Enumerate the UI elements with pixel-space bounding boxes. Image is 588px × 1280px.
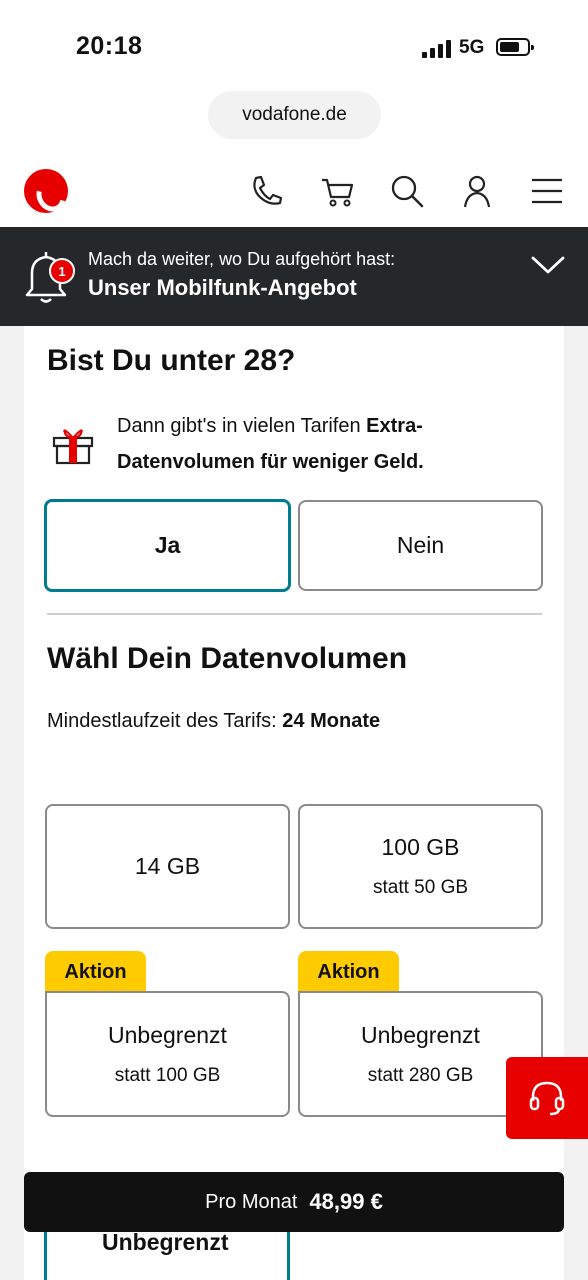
section-divider (47, 613, 542, 615)
min-term-text: Mindestlaufzeit des Tarifs: 24 Monate (47, 710, 381, 732)
age-option-yes[interactable]: Ja (44, 499, 291, 592)
option-label: Unbegrenzt (102, 1229, 229, 1255)
notification-badge: 1 (49, 258, 75, 284)
option-label: Nein (396, 532, 445, 558)
cart-icon[interactable] (319, 173, 355, 209)
age-option-no[interactable]: Nein (298, 500, 543, 591)
option-sublabel: statt 100 GB (114, 1064, 221, 1086)
age-heading: Bist Du unter 28? (47, 344, 296, 377)
option-sublabel: statt 50 GB (372, 877, 469, 898)
option-label: Ja (154, 532, 181, 558)
age-promo-text: Dann gibt's in vielen Tarifen Extra-Date… (117, 415, 424, 473)
user-icon[interactable] (459, 173, 495, 209)
headset-icon (529, 1081, 565, 1116)
search-icon[interactable] (389, 173, 425, 209)
menu-icon[interactable] (529, 173, 565, 209)
signal-icon (422, 40, 452, 58)
network-label: 5G (459, 37, 485, 58)
status-time: 20:18 (76, 32, 143, 60)
banner-title: Unser Mobilfunk-Angebot (88, 275, 357, 300)
aktion-tag: Aktion (45, 951, 146, 993)
option-label: Unbegrenzt (108, 1021, 227, 1048)
option-sublabel: statt 280 GB (367, 1064, 474, 1086)
price-label: Pro Monat (205, 1190, 298, 1213)
status-bar: 20:18 5G (0, 0, 588, 88)
option-label: Unbegrenzt (361, 1021, 480, 1048)
battery-icon (496, 38, 534, 56)
gift-icon (52, 429, 94, 465)
chevron-down-icon[interactable] (530, 254, 566, 276)
data-volume-heading: Wähl Dein Datenvolumen (47, 642, 408, 675)
price-bar[interactable]: Pro Monat 48,99 € (24, 1172, 564, 1232)
phone-icon[interactable] (248, 173, 284, 209)
browser-bar: vodafone.de (0, 88, 588, 153)
help-chat-button[interactable] (506, 1057, 588, 1139)
continue-banner[interactable]: 1 Mach da weiter, wo Du aufgehört hast: … (0, 227, 588, 326)
data-option-unlimited-1[interactable]: Unbegrenzt statt 100 GB (45, 991, 290, 1117)
vodafone-logo[interactable] (24, 169, 68, 213)
price-value: 48,99 € (309, 1189, 383, 1214)
data-option-100gb[interactable]: 100 GB statt 50 GB (298, 804, 543, 929)
option-label: 100 GB (381, 834, 460, 860)
aktion-tag: Aktion (298, 951, 399, 993)
url-field[interactable]: vodafone.de (208, 91, 381, 139)
site-header (0, 153, 588, 227)
option-label: 14 GB (134, 853, 201, 879)
data-option-14gb[interactable]: 14 GB (45, 804, 290, 929)
banner-subtitle: Mach da weiter, wo Du aufgehört hast: (88, 249, 396, 269)
